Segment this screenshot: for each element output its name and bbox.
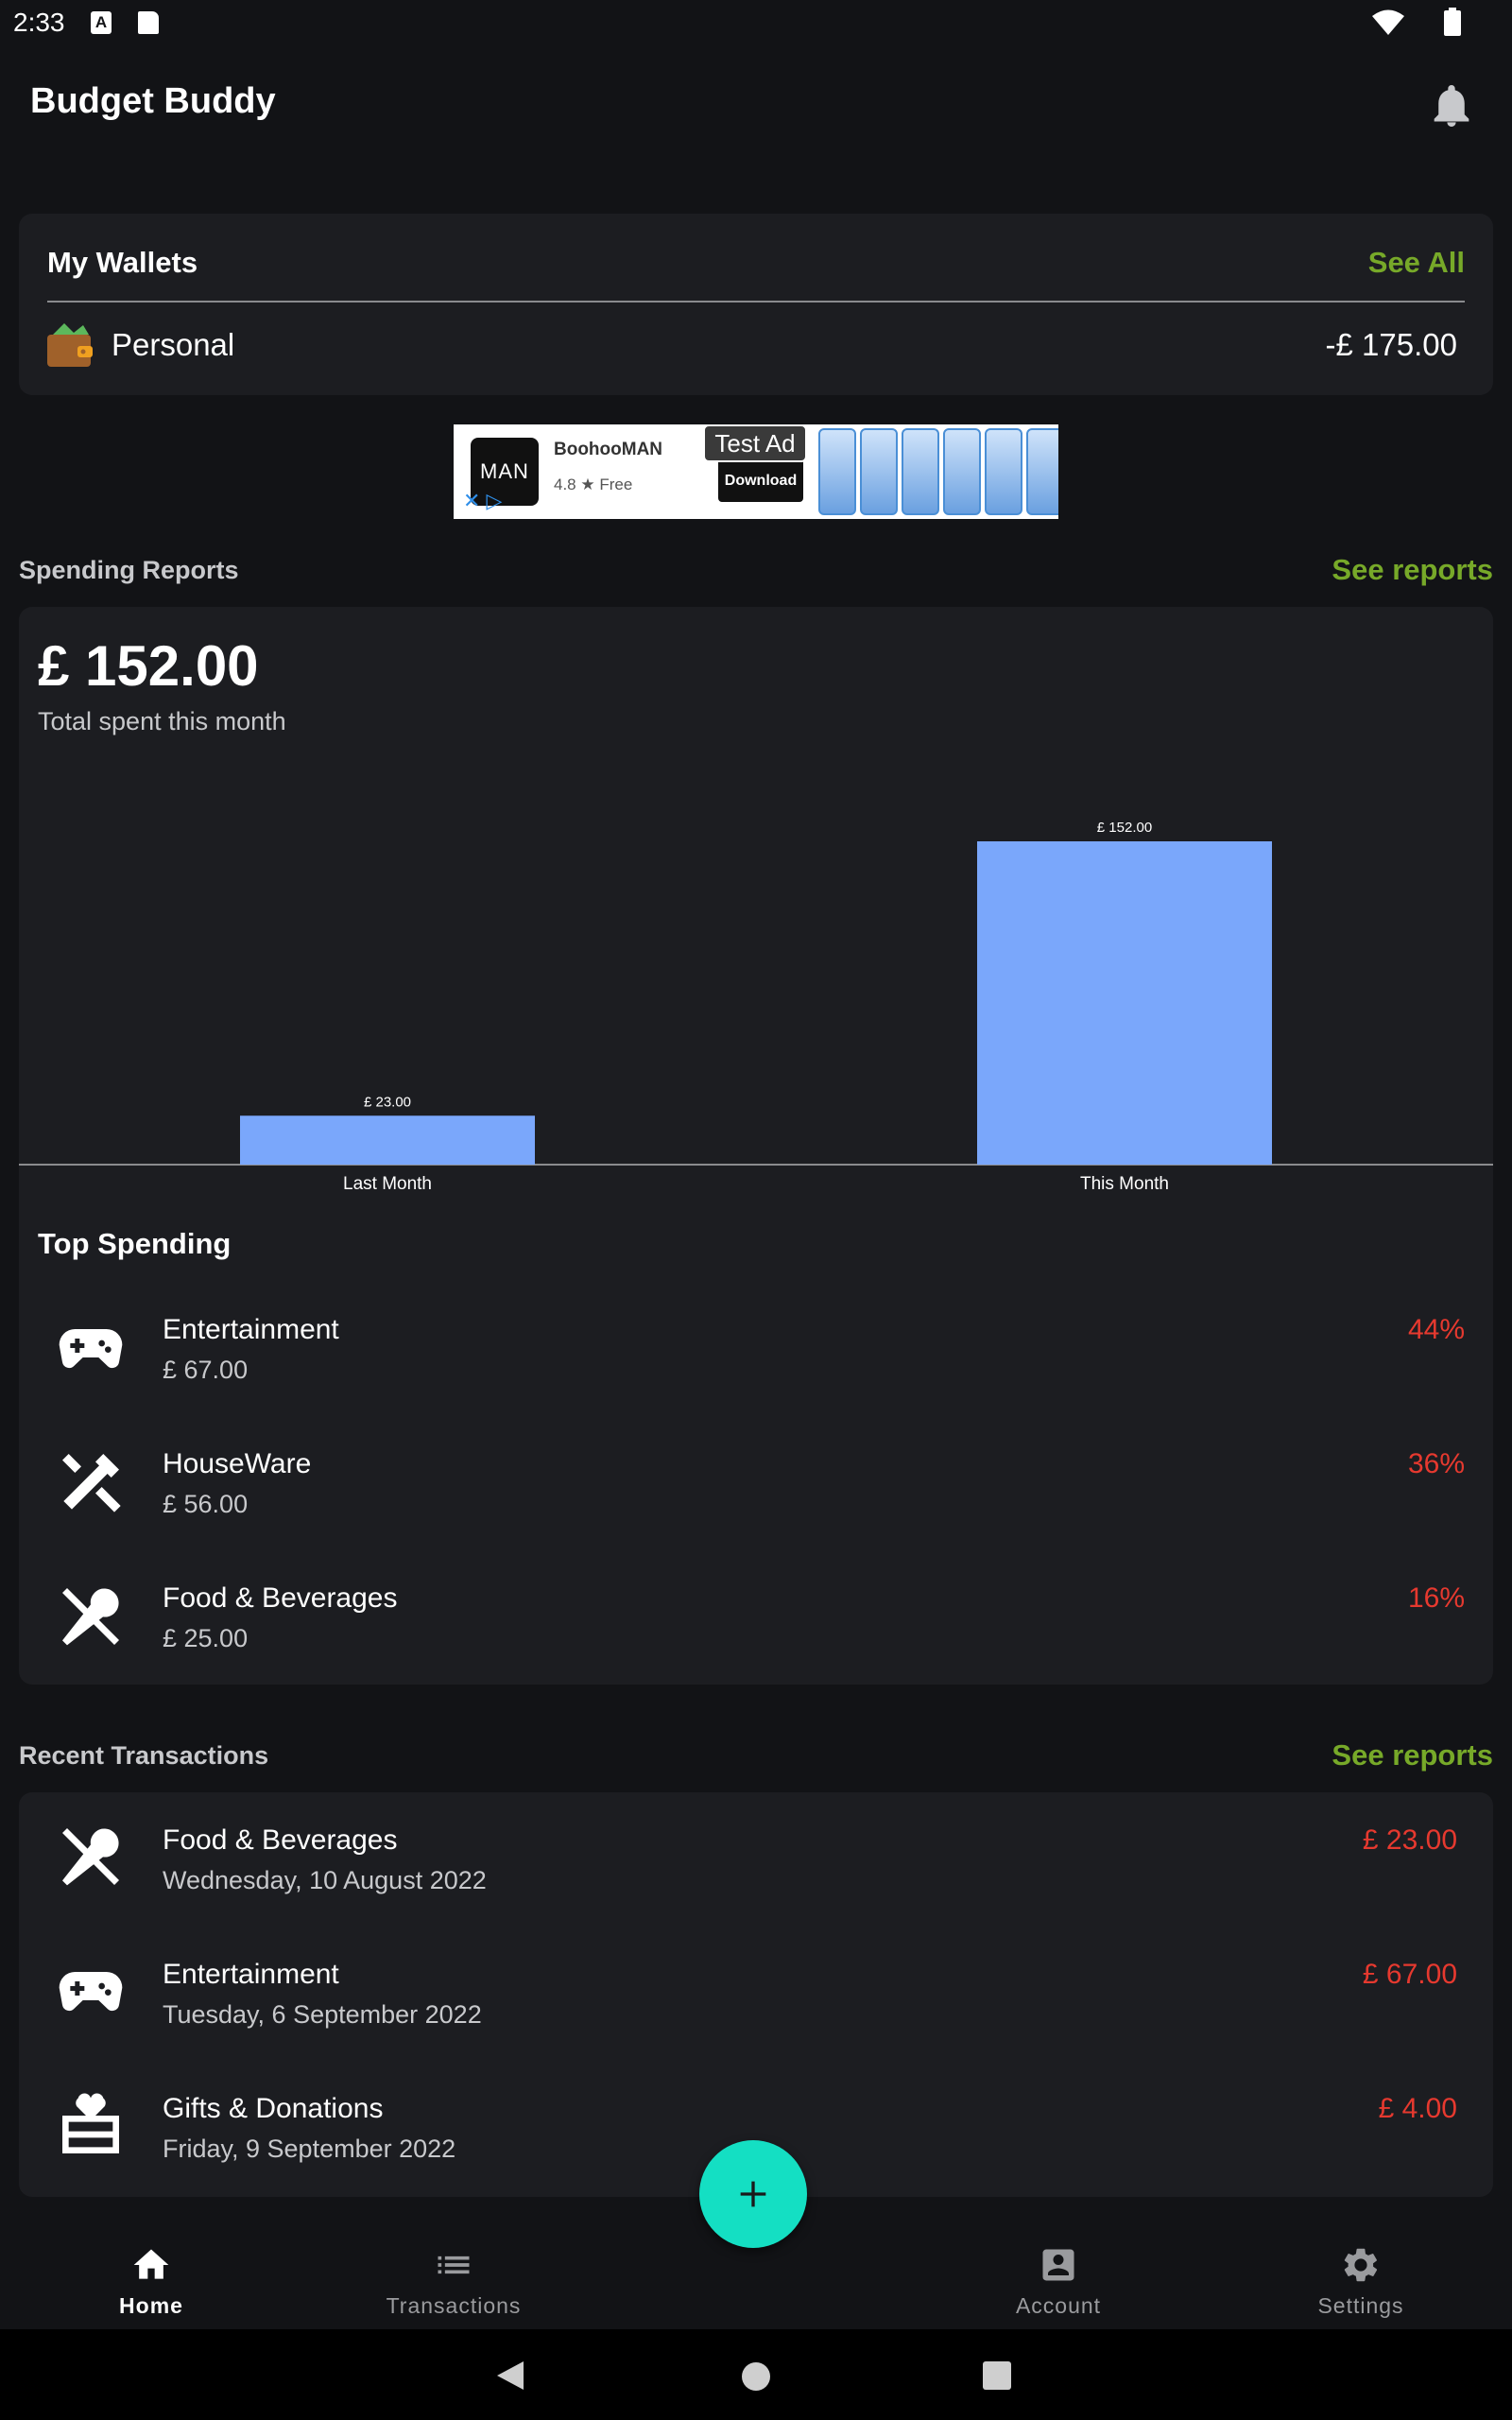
transaction-category: Gifts & Donations <box>163 2093 384 2124</box>
transactions-card: Food & Beverages Wednesday, 10 August 20… <box>19 1792 1493 2197</box>
ad-download-label: Download <box>724 473 798 489</box>
bell-icon[interactable] <box>1431 83 1472 129</box>
wifi-icon <box>1372 9 1404 35</box>
wallet-name[interactable]: Personal <box>112 327 234 363</box>
spending-reports-title: Spending Reports <box>19 556 239 584</box>
transaction-category: Food & Beverages <box>163 1824 398 1856</box>
ad-screenshot <box>818 428 856 515</box>
ad-app-name: BoohooMAN <box>554 440 663 459</box>
total-spent-label: Total spent this month <box>38 707 286 735</box>
category-amount: £ 56.00 <box>163 1490 249 1518</box>
see-spending-reports-link[interactable]: See reports <box>1332 553 1493 587</box>
app-title: Budget Buddy <box>30 81 276 121</box>
recents-icon[interactable] <box>983 2361 1011 2390</box>
chart-bar <box>977 841 1272 1165</box>
nav-label: Account <box>1015 2293 1102 2318</box>
see-all-wallets-link[interactable]: See All <box>1368 246 1465 280</box>
chart-bar <box>240 1115 535 1165</box>
utensils-icon <box>62 1828 119 1886</box>
ad-download-button[interactable]: Download <box>718 457 803 502</box>
tools-icon <box>62 1454 121 1512</box>
notification-a-icon: A <box>91 11 112 34</box>
wallets-card: My Wallets See All Personal -£ 175.00 <box>19 214 1493 395</box>
wallets-title: My Wallets <box>47 246 198 279</box>
nav-transactions[interactable]: Transactions <box>302 2223 605 2329</box>
home-circle-icon[interactable] <box>741 2361 771 2392</box>
spending-bar-chart: £ 23.00 Last Month £ 152.00 This Month <box>19 820 1493 1194</box>
ad-banner[interactable]: MAN BoohooMAN 4.8 ★ Free Download Test A… <box>454 424 1058 519</box>
battery-icon <box>1444 8 1461 36</box>
utensils-icon <box>62 1588 119 1646</box>
ad-close-icon[interactable]: ✕ ▷ <box>463 489 502 513</box>
chart-data-label: £ 152.00 <box>1097 820 1152 836</box>
transaction-date: Friday, 9 September 2022 <box>163 2135 456 2163</box>
spending-card: £ 152.00 Total spent this month £ 23.00 L… <box>19 607 1493 1685</box>
nav-label: Home <box>119 2293 183 2318</box>
nav-account[interactable]: Account <box>907 2223 1210 2329</box>
top-spending-item[interactable]: Food & Beverages £ 25.00 16% <box>19 1556 1493 1685</box>
category-name: HouseWare <box>163 1448 312 1479</box>
top-spending-title: Top Spending <box>38 1227 232 1260</box>
chart-category-label: Last Month <box>343 1174 432 1194</box>
wallet-icon <box>47 323 93 367</box>
status-bar: 2:33 A <box>0 0 1512 47</box>
nav-label: Transactions <box>386 2293 522 2318</box>
ad-screenshot <box>902 428 939 515</box>
transaction-amount: £ 67.00 <box>1362 1959 1457 1990</box>
ad-rating: 4.8 ★ Free <box>554 475 633 493</box>
category-percent: 36% <box>1407 1448 1465 1479</box>
plus-icon <box>740 2181 766 2207</box>
status-time: 2:33 <box>13 8 65 37</box>
gift-icon <box>62 2093 119 2153</box>
gear-icon <box>1344 2248 1378 2282</box>
category-name: Food & Beverages <box>163 1582 398 1614</box>
ad-screenshot <box>943 428 981 515</box>
sd-card-icon <box>138 11 159 34</box>
account-icon <box>1042 2249 1074 2281</box>
system-navigation-bar <box>0 2329 1512 2420</box>
nav-settings[interactable]: Settings <box>1210 2223 1512 2329</box>
ad-screenshot <box>860 428 898 515</box>
wallet-balance: -£ 175.00 <box>1325 327 1457 362</box>
gamepad-icon <box>59 1972 123 2012</box>
top-spending-item[interactable]: HouseWare £ 56.00 36% <box>19 1422 1493 1550</box>
list-icon <box>438 2256 470 2274</box>
recent-transactions-title: Recent Transactions <box>19 1741 269 1770</box>
ad-screenshot <box>985 428 1022 515</box>
total-spent-amount: £ 152.00 <box>38 634 259 698</box>
category-name: Entertainment <box>163 1314 339 1345</box>
transaction-amount: £ 4.00 <box>1378 2093 1457 2124</box>
test-ad-label: Test Ad <box>703 424 807 462</box>
transaction-item[interactable]: Entertainment Tuesday, 6 September 2022 … <box>19 1927 1493 2061</box>
transaction-date: Tuesday, 6 September 2022 <box>163 2000 482 2029</box>
nav-label: Settings <box>1317 2293 1404 2318</box>
back-icon[interactable] <box>495 2360 525 2392</box>
chart-data-label: £ 23.00 <box>364 1094 411 1110</box>
category-amount: £ 67.00 <box>163 1356 249 1384</box>
ad-screenshot <box>1026 428 1058 515</box>
transaction-date: Wednesday, 10 August 2022 <box>163 1866 487 1894</box>
chart-category-label: This Month <box>1080 1174 1169 1194</box>
nav-home[interactable]: Home <box>0 2223 302 2329</box>
gamepad-icon <box>59 1329 123 1369</box>
top-spending-item[interactable]: Entertainment £ 67.00 44% <box>19 1288 1493 1416</box>
transaction-category: Entertainment <box>163 1959 339 1990</box>
category-percent: 44% <box>1407 1314 1465 1345</box>
transaction-amount: £ 23.00 <box>1362 1824 1457 1856</box>
category-amount: £ 25.00 <box>163 1624 249 1652</box>
add-transaction-button[interactable] <box>699 2140 807 2248</box>
divider <box>47 301 1465 302</box>
category-percent: 16% <box>1407 1582 1465 1614</box>
home-icon <box>133 2249 169 2279</box>
see-transactions-link[interactable]: See reports <box>1332 1738 1493 1772</box>
transaction-item[interactable]: Food & Beverages Wednesday, 10 August 20… <box>19 1792 1493 1927</box>
